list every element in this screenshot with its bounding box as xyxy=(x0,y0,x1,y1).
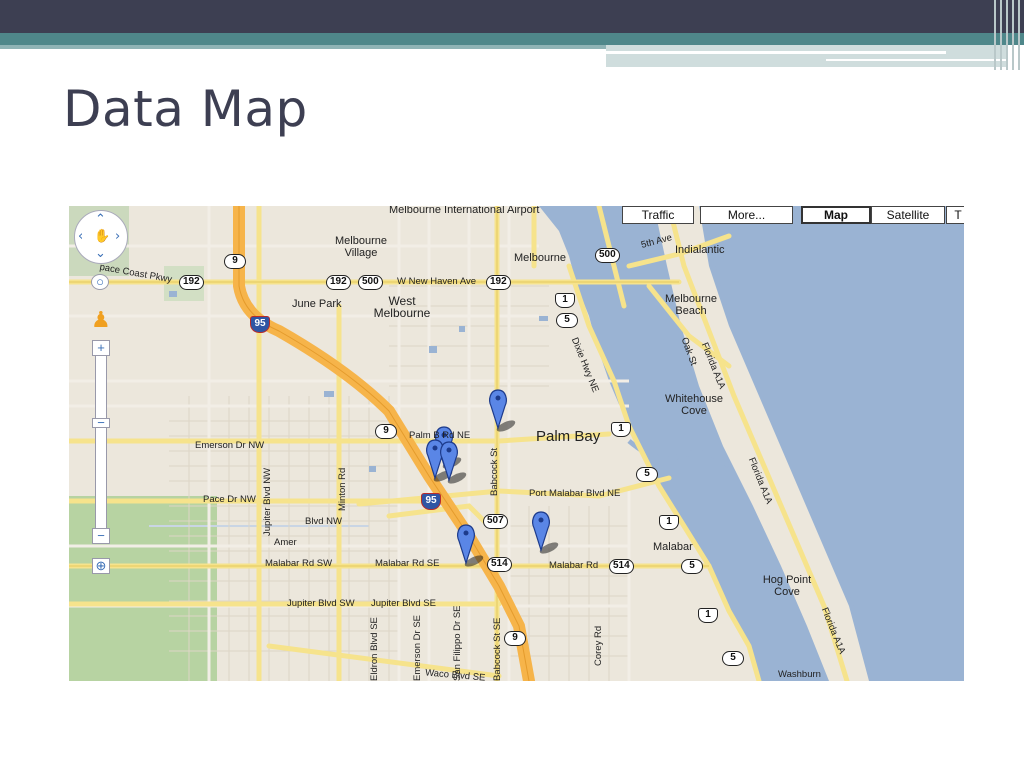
road-label-port-malabar: Port Malabar Blvd NE xyxy=(529,488,621,499)
route-shield-514: 514 xyxy=(609,559,634,574)
place-melbourne-beach: Melbourne Beach xyxy=(665,293,717,317)
road-label-corey: Corey Rd xyxy=(593,625,604,666)
road-label-emerson-se: Emerson Dr SE xyxy=(412,615,423,681)
slide-teal-stripe xyxy=(0,45,606,49)
map-marker xyxy=(532,511,559,554)
terrain-button[interactable]: T xyxy=(946,206,964,224)
map-type-button[interactable]: Map xyxy=(801,206,871,224)
zoom-out-button[interactable]: − xyxy=(92,528,110,544)
pan-right-icon[interactable]: › xyxy=(115,230,120,243)
route-shield-us1: 1 xyxy=(698,608,718,623)
road-label-jupiter-se: Jupiter Blvd SE xyxy=(371,598,436,609)
road-label-malabar-rd: Malabar Rd xyxy=(549,560,599,571)
place-washburn: Washburn xyxy=(778,669,821,680)
place-malabar: Malabar xyxy=(653,541,693,553)
route-shield-192: 192 xyxy=(326,275,351,290)
place-west-melbourne: West Melbourne xyxy=(373,294,431,320)
road-label-new-haven: W New Haven Ave xyxy=(397,276,477,287)
route-shield-9: 9 xyxy=(375,424,397,439)
route-shield-i95: 95 xyxy=(421,493,441,510)
place-melbourne-airport: Melbourne International Airport xyxy=(389,206,540,216)
route-shield-500: 500 xyxy=(358,275,383,290)
route-shield-9: 9 xyxy=(504,631,526,646)
pan-down-icon[interactable]: ⌄ xyxy=(95,247,106,260)
road-label-pace-dr: Pace Dr NW xyxy=(203,494,256,505)
route-shield-5: 5 xyxy=(722,651,744,666)
route-shield-5: 5 xyxy=(636,467,658,482)
slide-top-bar xyxy=(0,0,1024,33)
park-area xyxy=(69,496,217,681)
place-hog-point-cove: Hog Point Cove xyxy=(762,574,812,598)
road-label-palm-bay-rd: Palm B Rd NE xyxy=(409,430,471,441)
road-label-minton: Minton Rd xyxy=(337,467,348,511)
road-label-blvd-nw: Blvd NW xyxy=(305,516,342,527)
road-port-malabar xyxy=(356,475,672,507)
map-marker xyxy=(489,389,516,432)
reset-view-icon[interactable]: ○ xyxy=(91,274,109,290)
road-label-jupiter-nw: Jupiter Blvd NW xyxy=(262,467,273,536)
route-shield-192: 192 xyxy=(486,275,511,290)
road-label-emerson-nw: Emerson Dr NW xyxy=(195,440,265,451)
zoom-slider-track[interactable] xyxy=(95,344,107,542)
place-indialantic: Indialantic xyxy=(675,244,725,256)
road-label-babcock: Babcock St xyxy=(489,447,500,496)
route-shield-us1: 1 xyxy=(659,515,679,530)
place-melbourne: Melbourne xyxy=(514,252,566,264)
traffic-button[interactable]: Traffic xyxy=(622,206,694,224)
road-label-babcock-south: Babcock St SE xyxy=(492,617,503,681)
zoom-slider-handle[interactable]: − xyxy=(92,416,110,429)
pan-control[interactable]: ⌃ ‹ › ⌄ ✋ xyxy=(74,210,128,264)
route-shield-us1: 1 xyxy=(611,422,631,437)
route-shield-500: 500 xyxy=(595,248,620,263)
road-label-malabar-sw: Malabar Rd SW xyxy=(265,558,333,569)
street-view-pegman-icon[interactable]: ♟ xyxy=(91,306,111,336)
zoom-in-button[interactable]: + xyxy=(92,340,110,356)
slide-title: Data Map xyxy=(63,80,308,138)
pan-left-icon[interactable]: ‹ xyxy=(78,230,83,243)
road-label-jupiter-sw: Jupiter Blvd SW xyxy=(287,598,355,609)
zoom-box-icon[interactable]: ⊕ xyxy=(92,558,110,574)
slide-accent-bar xyxy=(606,45,1006,67)
road-label-eldron: Eldron Blvd SE xyxy=(369,617,380,681)
place-melbourne-village: Melbourne Village xyxy=(335,235,387,259)
hand-icon[interactable]: ✋ xyxy=(94,230,110,243)
route-shield-5: 5 xyxy=(556,313,578,328)
place-june-park: June Park xyxy=(292,298,342,310)
route-shield-5: 5 xyxy=(681,559,703,574)
slide-corner-lines xyxy=(990,0,1024,70)
place-whitehouse-cove: Whitehouse Cove xyxy=(664,393,724,417)
route-shield-507: 507 xyxy=(483,514,508,529)
route-shield-us1: 1 xyxy=(555,293,575,308)
road-label-malabar-se: Malabar Rd SE xyxy=(375,558,440,569)
route-shield-i95: 95 xyxy=(250,316,270,333)
more-button[interactable]: More... xyxy=(700,206,793,224)
route-shield-514: 514 xyxy=(487,557,512,572)
place-palm-bay: Palm Bay xyxy=(536,428,601,445)
slide-teal-band xyxy=(0,33,1024,45)
route-shield-192: 192 xyxy=(179,275,204,290)
place-amer: Amer xyxy=(274,537,297,548)
pan-up-icon[interactable]: ⌃ xyxy=(95,213,106,226)
data-map[interactable]: Melbourne International Airport Melbourn… xyxy=(69,206,964,681)
satellite-button[interactable]: Satellite xyxy=(871,206,945,224)
route-shield-9: 9 xyxy=(224,254,246,269)
